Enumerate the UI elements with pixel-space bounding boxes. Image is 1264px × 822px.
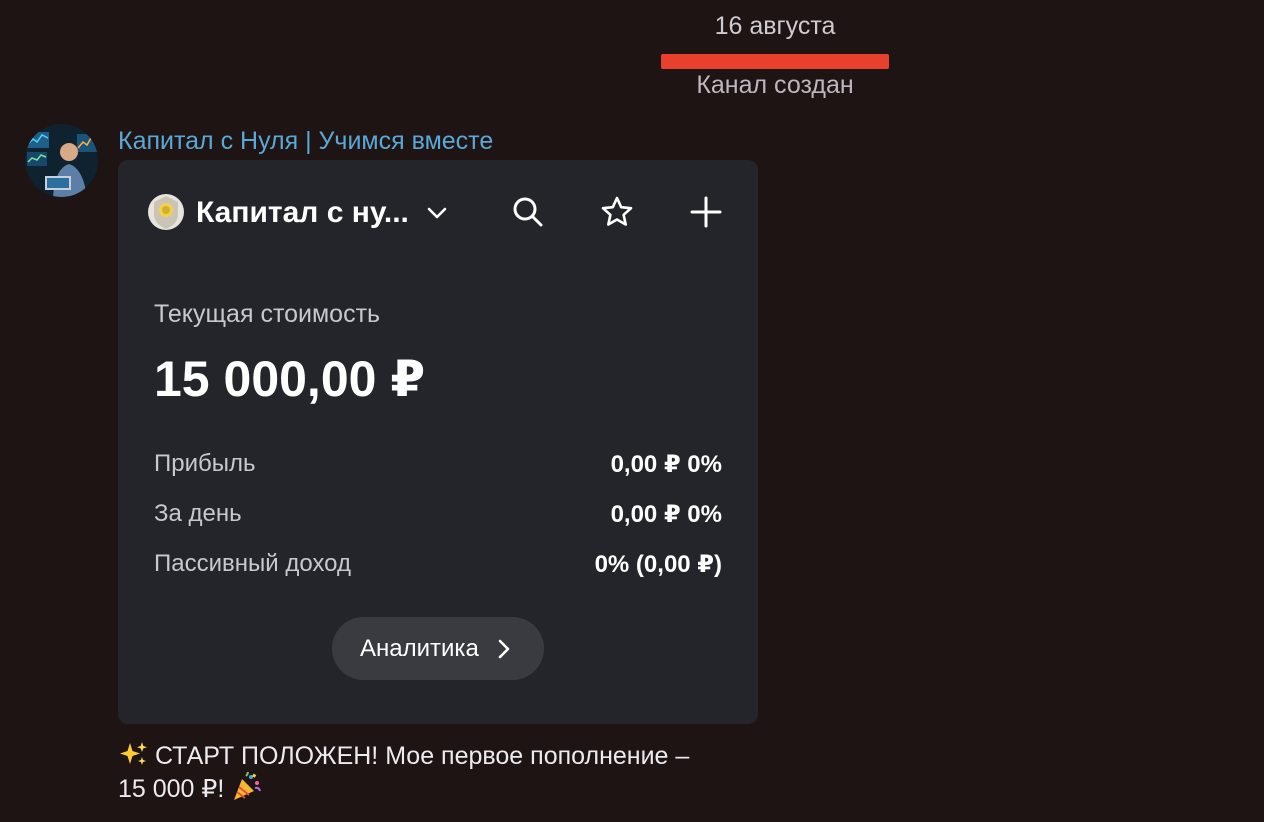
message-text-line-1: СТАРТ ПОЛОЖЕН! Мое первое пополнение –	[148, 742, 690, 770]
stat-label: Пассивный доход	[154, 550, 351, 577]
message-line-1: СТАРТ ПОЛОЖЕН! Мое первое пополнение –	[118, 740, 758, 772]
stat-row-profit: Прибыль 0,00 ₽ 0%	[154, 450, 722, 482]
portfolio-screenshot-card[interactable]: Капитал с ну... Текущая стоимость 15 000…	[118, 160, 758, 724]
channel-name[interactable]: Капитал с Нуля | Учимся вместе	[118, 127, 493, 156]
stat-row-passive-income: Пассивный доход 0% (0,00 ₽)	[154, 550, 722, 582]
sparkles-icon	[120, 742, 147, 765]
red-highlight-underline	[661, 54, 889, 69]
plus-icon[interactable]	[688, 194, 724, 230]
service-message: Канал создан	[696, 71, 854, 99]
stat-label: Прибыль	[154, 450, 256, 477]
analytics-button[interactable]: Аналитика	[332, 617, 544, 680]
bank-logo-icon	[148, 194, 184, 230]
stat-value: 0% (0,00 ₽)	[594, 551, 722, 578]
search-icon[interactable]	[510, 194, 546, 230]
date-separator: 16 августа Канал создан	[0, 0, 1264, 110]
party-popper-icon	[234, 772, 262, 800]
message-line-2: 15 000 ₽!	[118, 772, 758, 805]
current-value: 15 000,00 ₽	[154, 351, 426, 407]
chevron-right-icon	[498, 639, 510, 659]
portfolio-name[interactable]: Капитал с ну...	[196, 196, 409, 230]
stat-value: 0,00 ₽ 0%	[610, 501, 722, 528]
date-label: 16 августа	[714, 12, 836, 40]
stat-row-day: За день 0,00 ₽ 0%	[154, 500, 722, 532]
avatar-photo	[25, 124, 98, 197]
portfolio-header: Капитал с ну...	[118, 160, 758, 270]
channel-avatar[interactable]	[25, 124, 98, 197]
star-icon[interactable]	[599, 194, 635, 230]
message-text: СТАРТ ПОЛОЖЕН! Мое первое пополнение – 1…	[118, 740, 758, 805]
stat-label: За день	[154, 500, 242, 527]
current-value-label: Текущая стоимость	[154, 300, 381, 328]
message-text-line-2: 15 000 ₽!	[118, 775, 232, 803]
stat-value: 0,00 ₽ 0%	[610, 451, 722, 478]
chevron-down-icon[interactable]	[424, 200, 450, 226]
analytics-button-label: Аналитика	[360, 635, 479, 662]
